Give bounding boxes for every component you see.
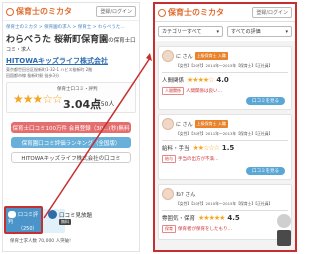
- corp-reviews-button[interactable]: HITOWAキッズライフ株式会社の口コミ: [11, 152, 131, 163]
- rating-stars: ★★★☆☆: [13, 92, 63, 106]
- category-name: 給料・手当: [162, 146, 190, 152]
- category-select-value: カテゴリーすべて: [162, 29, 202, 35]
- category-score: 4.0: [216, 76, 229, 84]
- read-review-button[interactable]: 口コミを見る: [246, 167, 285, 175]
- chat-icon: [8, 211, 16, 218]
- ranking-button[interactable]: 保育園口コミ評価ランキング（全国版）: [11, 137, 131, 148]
- review-category: 給料・手当 ★★☆☆☆ 1.5: [162, 144, 288, 152]
- rating-label: 保育士口コミ・評判: [57, 87, 98, 92]
- rating-select-value: すべての評価: [231, 29, 261, 35]
- reviewer-badge: 上級保育士 入職: [194, 120, 228, 128]
- logo-icon: [158, 8, 166, 17]
- reviews-tab-count: （250）: [18, 226, 38, 232]
- corp-link[interactable]: HITOWAキッズライフ株式会社: [3, 56, 139, 66]
- review-filters: カテゴリーすべて ▾ すべての評価 ▾: [155, 22, 295, 41]
- rating-count: / 250人: [93, 101, 115, 108]
- facility-name: わらべうた 桜新町保育園: [6, 35, 109, 45]
- read-review-button[interactable]: 口コミを見る: [246, 97, 285, 105]
- page-subtitle: コミ・求人: [6, 47, 32, 53]
- reviewer-meta: 【女性】【20代】2014年〜2015年【保育士】【正社員】: [176, 63, 273, 68]
- excerpt-text: 保育者が保育をしたもり…: [178, 227, 232, 232]
- chevron-down-icon: ▾: [285, 28, 288, 35]
- reviewer-name: ね? さん: [176, 191, 196, 198]
- avatar: [162, 188, 174, 200]
- page-title: わらべうた 桜新町保育園の保育士口: [3, 32, 139, 45]
- excerpt-tag: 給与: [162, 155, 176, 163]
- site-logo-right[interactable]: 保育士のミカタ: [158, 7, 224, 18]
- review-excerpt: 給与 手当の出方が不満…: [162, 155, 288, 163]
- category-select[interactable]: カテゴリーすべて ▾: [158, 26, 223, 37]
- reviews-header: 保育士のミカタ 登録/ログイン: [155, 4, 295, 22]
- title-suffix: の保育士口: [108, 38, 136, 44]
- access: 田園都市線 桜新町駅 徒歩3分: [6, 73, 60, 78]
- login-button[interactable]: 登録/ログイン: [96, 6, 136, 17]
- reviews-panel: 保育士のミカタ 登録/ログイン カテゴリーすべて ▾ すべての評価 ▾ に さん 上級…: [153, 2, 297, 252]
- category-score: 4.5: [227, 214, 240, 222]
- menu-fab-button[interactable]: [277, 230, 291, 246]
- reviewer-meta: 【女性】【20代】2010年〜2015年【保育士】【正社員】: [176, 201, 273, 206]
- category-name: 人間関係: [162, 78, 185, 84]
- rating-box: 保育士口コミ・評判 ★★★☆☆ 3.04点 / 250人: [6, 82, 136, 113]
- excerpt-text: 手当の出方が不満…: [178, 157, 219, 162]
- footer-banner[interactable]: 保育士求人数 70,000 人突破!: [10, 238, 71, 244]
- scroll-top-button[interactable]: [277, 214, 291, 228]
- breadcrumb[interactable]: 保育士のミカタ > 保育園の求人 > 保育士 > わらべうた…: [3, 21, 139, 32]
- review-category: 人間関係 ★★★★☆ 4.0: [162, 76, 288, 84]
- excerpt-text: 人間関係は良い…: [186, 89, 222, 94]
- reviewer: ね? さん: [162, 188, 288, 200]
- avatar: [162, 118, 174, 130]
- reviewer-meta: 【女性】【30代】2011年〜2013年【保育士】【正社員】: [176, 131, 273, 136]
- reviewer-name: に さん: [176, 53, 193, 60]
- avatar: [162, 50, 174, 62]
- category-stars: ★★★★★: [198, 214, 225, 222]
- register-button[interactable]: 保育士口コミ100万件 会員登録（30…(秒)無料: [11, 122, 131, 133]
- reviewer: に さん 上級保育士 入職: [162, 50, 288, 62]
- reviewer-name: に さん: [176, 121, 193, 128]
- category-score: 1.5: [221, 144, 235, 152]
- free-badge: 無料: [59, 219, 71, 225]
- review-excerpt: 人間関係 人間関係は良い…: [162, 87, 288, 95]
- kotomi-tab[interactable]: 口コミ見放題 無料: [48, 210, 93, 225]
- category-stars: ★★★★☆: [187, 76, 214, 84]
- kotomi-label: 口コミ見放題: [59, 212, 93, 219]
- document-icon: [48, 210, 57, 219]
- category-name: 雰囲気・保育: [162, 216, 196, 222]
- review-card: ね? さん 【女性】【20代】2010年〜2015年【保育士】【正社員】 雰囲気…: [158, 184, 292, 240]
- excerpt-tag: 人間関係: [162, 87, 184, 95]
- review-card: に さん 上級保育士 入職 【女性】【20代】2014年〜2015年【保育士】【正…: [158, 46, 292, 110]
- site-logo[interactable]: 保育士のミカタ: [6, 6, 72, 17]
- rating-select[interactable]: すべての評価 ▾: [227, 26, 292, 37]
- logo-icon: [6, 7, 14, 16]
- reviewer-badge: 上級保育士 入職: [194, 52, 228, 60]
- logo-text: 保育士のミカタ: [16, 7, 72, 16]
- review-card: に さん 上級保育士 入職 【女性】【30代】2011年〜2013年【保育士】【正…: [158, 114, 292, 180]
- logo-text: 保育士のミカタ: [168, 8, 224, 17]
- review-category: 雰囲気・保育 ★★★★★ 4.5: [162, 214, 288, 222]
- category-stars: ★★☆☆☆: [192, 144, 220, 152]
- reviews-tab-button[interactable]: 口コミ評判 （250）: [4, 206, 43, 234]
- review-excerpt: 保育 保育者が保育をしたもり…: [162, 225, 288, 233]
- chevron-down-icon: ▾: [216, 28, 219, 35]
- site-header: 保育士のミカタ 登録/ログイン: [3, 3, 139, 21]
- login-button-right[interactable]: 登録/ログイン: [252, 7, 292, 18]
- reviewer: に さん 上級保育士 入職: [162, 118, 288, 130]
- excerpt-tag: 保育: [162, 225, 176, 233]
